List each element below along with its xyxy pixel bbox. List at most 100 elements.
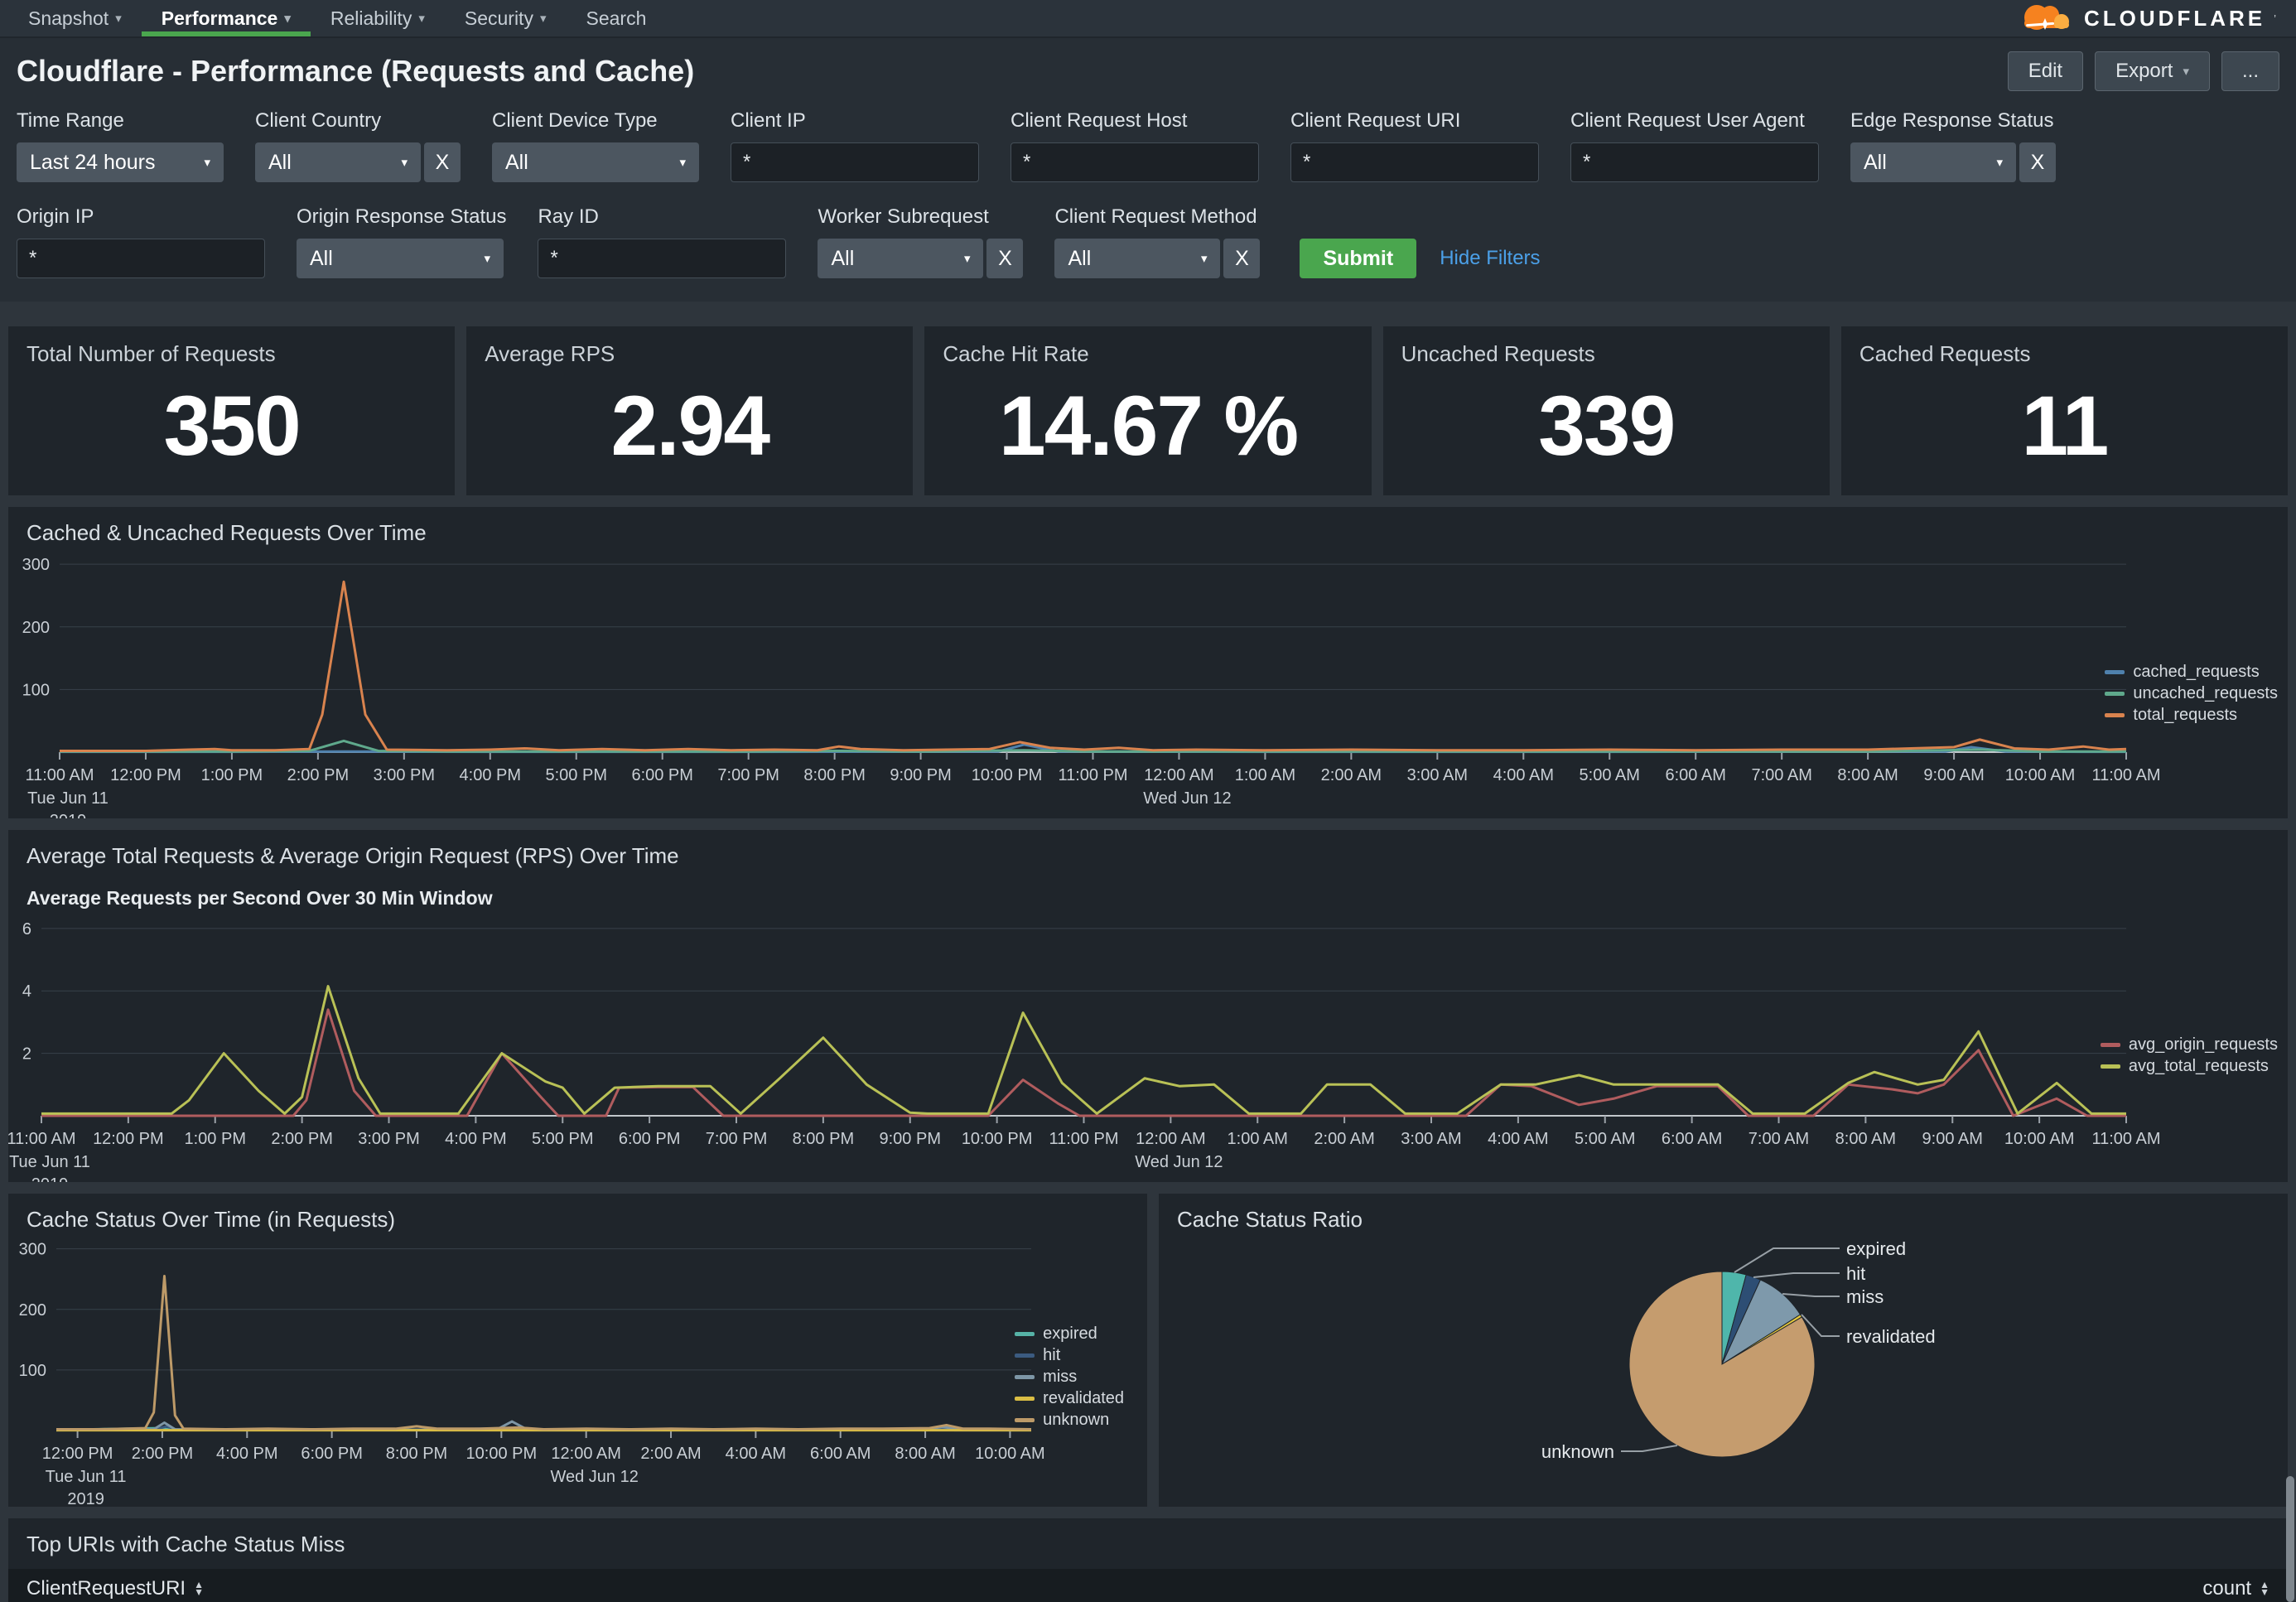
- filter-label: Client IP: [731, 109, 979, 133]
- chart-title: Cache Status Ratio: [1159, 1194, 2288, 1233]
- svg-text:2:00 PM: 2:00 PM: [271, 1130, 332, 1148]
- sort-icon: ▲▼: [2260, 1581, 2269, 1596]
- legend-item[interactable]: hit: [1015, 1346, 1124, 1365]
- clear-filter-icon[interactable]: X: [1223, 239, 1260, 278]
- legend-swatch: [1015, 1397, 1035, 1401]
- svg-text:200: 200: [22, 619, 50, 637]
- scrollbar[interactable]: [2286, 1476, 2294, 1602]
- filter-label: Client Device Type: [492, 109, 699, 133]
- chevron-down-icon: ▾: [964, 251, 971, 266]
- kpi-uncached-requests: Uncached Requests 339: [1383, 326, 1830, 495]
- svg-text:9:00 AM: 9:00 AM: [1923, 766, 1984, 784]
- legend-item[interactable]: cached_requests: [2105, 663, 2278, 682]
- filter-label: Ray ID: [538, 205, 786, 229]
- legend-label: avg_total_requests: [2129, 1057, 2269, 1076]
- filter-label: Client Request URI: [1290, 109, 1539, 133]
- svg-text:4:00 PM: 4:00 PM: [460, 766, 521, 784]
- avg-requests-chart-panel: Average Total Requests & Average Origin …: [8, 830, 2288, 1182]
- time-range-select[interactable]: Last 24 hours ▾: [17, 142, 224, 182]
- filter-label: Edge Response Status: [1850, 109, 2056, 133]
- legend-item[interactable]: miss: [1015, 1368, 1124, 1387]
- kpi-cached-requests: Cached Requests 11: [1841, 326, 2288, 495]
- filter-label: Worker Subrequest: [818, 205, 1023, 229]
- svg-text:7:00 PM: 7:00 PM: [717, 766, 779, 784]
- client-request-uri-input[interactable]: [1290, 142, 1539, 182]
- legend-item[interactable]: revalidated: [1015, 1389, 1124, 1408]
- column-header-client-request-uri[interactable]: ClientRequestURI ▲▼: [8, 1577, 2023, 1600]
- legend-item[interactable]: total_requests: [2105, 706, 2278, 725]
- svg-text:5:00 AM: 5:00 AM: [1580, 766, 1640, 784]
- page-title: Cloudflare - Performance (Requests and C…: [17, 54, 694, 89]
- origin-ip-input[interactable]: [17, 239, 265, 278]
- svg-text:2:00 AM: 2:00 AM: [640, 1445, 701, 1463]
- legend-swatch: [2105, 692, 2125, 696]
- svg-text:3:00 PM: 3:00 PM: [358, 1130, 419, 1148]
- svg-text:12:00 PM: 12:00 PM: [93, 1130, 164, 1148]
- filter-ray-id: Ray ID: [538, 205, 786, 278]
- chevron-down-icon: ▾: [204, 155, 210, 170]
- ray-id-input[interactable]: [538, 239, 786, 278]
- svg-text:12:00 AM: 12:00 AM: [1144, 766, 1214, 784]
- chevron-down-icon: ▾: [1996, 155, 2003, 170]
- svg-text:2: 2: [22, 1045, 31, 1064]
- svg-text:1:00 AM: 1:00 AM: [1235, 766, 1295, 784]
- more-label: ...: [2242, 60, 2259, 83]
- filter-client-request-method: Client Request Method All ▾ X: [1054, 205, 1260, 278]
- nav-item-security[interactable]: Security ▾: [445, 0, 567, 36]
- filter-client-request-host: Client Request Host: [1011, 109, 1259, 182]
- svg-text:12:00 PM: 12:00 PM: [110, 766, 181, 784]
- column-header-count[interactable]: count ▲▼: [2023, 1577, 2288, 1600]
- nav-item-search[interactable]: Search: [566, 0, 666, 36]
- clear-filter-icon[interactable]: X: [986, 239, 1023, 278]
- svg-text:Tue Jun 11: Tue Jun 11: [27, 789, 109, 808]
- cache-status-chart-panel: Cache Status Over Time (in Requests) 100…: [8, 1194, 1147, 1507]
- legend-label: unknown: [1043, 1411, 1109, 1430]
- client-request-method-select[interactable]: All ▾: [1054, 239, 1220, 278]
- svg-text:6:00 PM: 6:00 PM: [631, 766, 692, 784]
- client-request-user-agent-input[interactable]: [1570, 142, 1819, 182]
- clear-filter-icon[interactable]: X: [2019, 142, 2056, 182]
- kpi-cache-hit-rate: Cache Hit Rate 14.67 %: [924, 326, 1371, 495]
- top-uris-table-panel: Top URIs with Cache Status Miss ClientRe…: [8, 1518, 2288, 1602]
- svg-text:5:00 AM: 5:00 AM: [1575, 1130, 1635, 1148]
- client-device-type-select[interactable]: All ▾: [492, 142, 699, 182]
- submit-button[interactable]: Submit: [1300, 239, 1416, 278]
- chart-title: Average Total Requests & Average Origin …: [8, 830, 2288, 869]
- worker-subrequest-select[interactable]: All ▾: [818, 239, 983, 278]
- legend-item[interactable]: expired: [1015, 1325, 1124, 1344]
- client-request-host-input[interactable]: [1011, 142, 1259, 182]
- client-country-select[interactable]: All ▾: [255, 142, 421, 182]
- edge-response-status-select[interactable]: All ▾: [1850, 142, 2016, 182]
- chevron-down-icon: ▾: [1201, 251, 1208, 266]
- chevron-down-icon: ▾: [284, 11, 291, 26]
- dashboard-header: Cloudflare - Performance (Requests and C…: [0, 38, 2296, 302]
- export-button[interactable]: Export ▾: [2095, 51, 2210, 91]
- svg-text:12:00 AM: 12:00 AM: [1136, 1130, 1206, 1148]
- nav-item-performance[interactable]: Performance ▾: [142, 0, 311, 36]
- nav-item-snapshot[interactable]: Snapshot ▾: [8, 0, 142, 36]
- legend-item[interactable]: avg_total_requests: [2101, 1057, 2278, 1076]
- more-options-button[interactable]: ...: [2221, 51, 2279, 91]
- hide-filters-link[interactable]: Hide Filters: [1440, 247, 1540, 270]
- svg-text:8:00 AM: 8:00 AM: [1837, 766, 1898, 784]
- kpi-value: 11: [1841, 326, 2288, 495]
- legend-item[interactable]: unknown: [1015, 1411, 1124, 1430]
- legend-item[interactable]: uncached_requests: [2105, 684, 2278, 703]
- legend-item[interactable]: avg_origin_requests: [2101, 1035, 2278, 1054]
- legend-label: revalidated: [1043, 1389, 1124, 1408]
- client-ip-input[interactable]: [731, 142, 979, 182]
- svg-text:11:00 PM: 11:00 PM: [1049, 1130, 1118, 1148]
- filter-client-ip: Client IP: [731, 109, 979, 182]
- origin-response-status-select[interactable]: All ▾: [297, 239, 504, 278]
- svg-text:8:00 PM: 8:00 PM: [386, 1445, 447, 1463]
- edit-button[interactable]: Edit: [2008, 51, 2083, 91]
- svg-text:8:00 AM: 8:00 AM: [895, 1445, 955, 1463]
- chart-legend: avg_origin_requests avg_total_requests: [2101, 1035, 2278, 1076]
- chevron-down-icon: ▾: [540, 11, 547, 26]
- sort-icon: ▲▼: [194, 1581, 204, 1596]
- clear-filter-icon[interactable]: X: [424, 142, 461, 182]
- nav-item-reliability[interactable]: Reliability ▾: [311, 0, 445, 36]
- svg-text:100: 100: [22, 681, 50, 699]
- svg-text:10:00 AM: 10:00 AM: [2004, 1130, 2075, 1148]
- svg-text:Wed Jun 12: Wed Jun 12: [550, 1468, 638, 1486]
